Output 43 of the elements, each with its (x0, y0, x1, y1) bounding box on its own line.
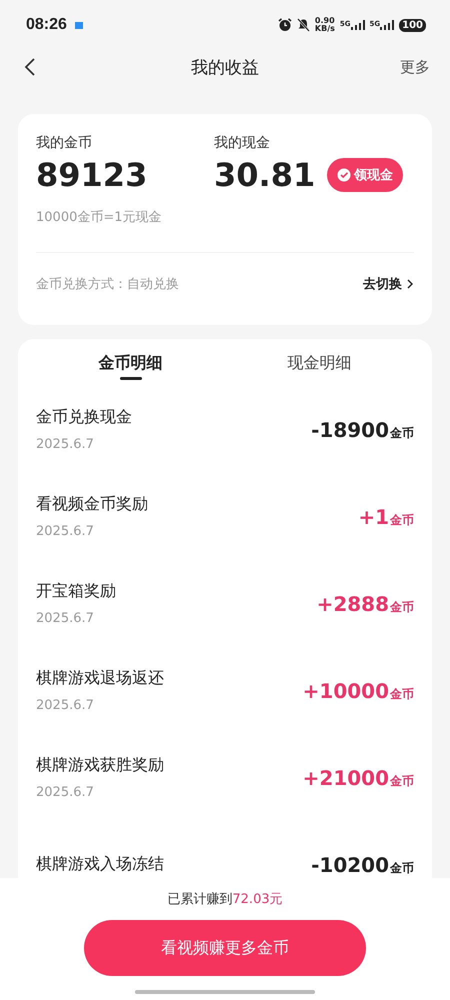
signal-icon (380, 20, 394, 30)
exchange-rate: 10000金币=1元现金 (36, 209, 163, 226)
record-date: 2025.6.7 (36, 437, 95, 452)
earn-more-button[interactable]: 看视频赚更多金币 (84, 920, 366, 976)
mute-icon (296, 18, 310, 32)
exchange-mode: 金币兑换方式：自动兑换 (36, 276, 179, 293)
withdraw-button[interactable]: 领现金 (327, 158, 404, 192)
record-title: 开宝箱奖励 (36, 581, 116, 602)
chevron-right-icon (406, 279, 414, 289)
record-title: 看视频金币奖励 (36, 494, 148, 515)
status-time: 08:26 (26, 16, 67, 34)
alarm-icon (278, 18, 292, 32)
record-amount: +2888金币 (316, 592, 414, 616)
coins-label: 我的金币 (36, 134, 93, 152)
network-speed-unit: KB/s (314, 25, 335, 33)
signal-icon (350, 20, 364, 30)
record-amount: +10000金币 (302, 678, 414, 702)
record-amount: -10200金币 (311, 852, 414, 876)
record-date: 2025.6.7 (36, 785, 95, 800)
record-title: 金币兑换现金 (36, 407, 132, 428)
record-date: 2025.6.7 (36, 611, 95, 626)
earned-total: 已累计赚到72.03元 (167, 891, 283, 908)
switch-link[interactable]: 去切换 (363, 275, 414, 293)
tab[interactable]: 金币明细 (36, 351, 225, 386)
more-button[interactable]: 更多 (400, 58, 430, 76)
record-amount: +1金币 (358, 504, 414, 528)
record-title: 棋牌游戏入场冻结 (36, 854, 164, 875)
record-amount: -18900金币 (311, 418, 414, 442)
notification-icon (74, 22, 83, 28)
back-button[interactable] (24, 57, 36, 77)
page-title: 我的收益 (191, 56, 259, 78)
record-title: 棋牌游戏获胜奖励 (36, 755, 164, 776)
battery-level: 100 (399, 18, 426, 32)
network-speed: 0.90 (314, 17, 335, 25)
cash-value: 30.81 (214, 156, 316, 194)
record-amount: +21000金币 (302, 766, 414, 790)
record-date: 2025.6.7 (36, 698, 95, 713)
record-title: 棋牌游戏退场返还 (36, 668, 164, 689)
coins-value: 89123 (36, 156, 148, 194)
check-icon (337, 168, 352, 182)
cash-label: 我的现金 (214, 134, 271, 152)
record-date: 2025.6.7 (36, 524, 95, 539)
tab[interactable]: 现金明细 (225, 351, 414, 386)
